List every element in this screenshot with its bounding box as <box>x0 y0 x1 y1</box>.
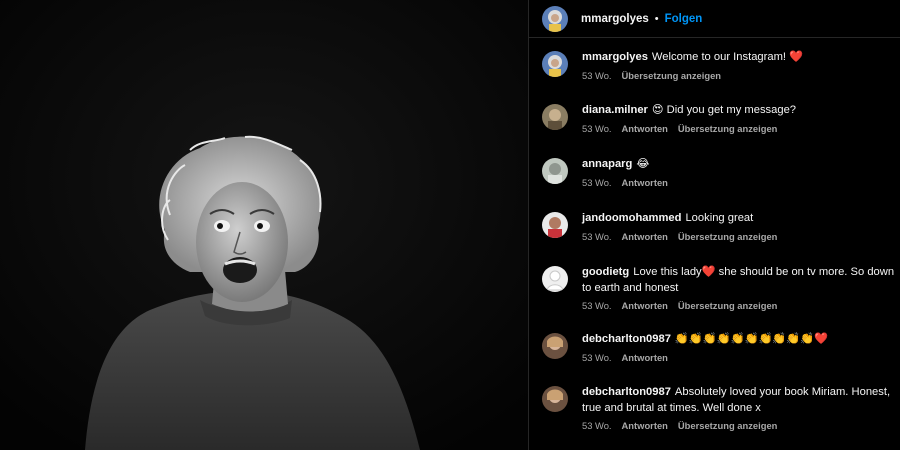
comment-text: 👏👏👏👏👏👏👏👏👏👏❤️ <box>674 333 829 345</box>
comment-text: Looking great <box>685 212 754 224</box>
comment-username[interactable]: mmargolyes <box>582 51 648 63</box>
comment-item: diana.milner 😍 Did you get my message? 53… <box>529 103 900 134</box>
avatar[interactable] <box>542 386 568 412</box>
reply-link[interactable]: Antworten <box>622 352 668 363</box>
show-translation-link[interactable]: Übersetzung anzeigen <box>678 300 778 311</box>
reply-link[interactable]: Antworten <box>622 300 668 311</box>
comment-timestamp[interactable]: 53 Wo. <box>582 231 612 242</box>
avatar[interactable] <box>542 158 568 184</box>
comment-timestamp[interactable]: 53 Wo. <box>582 177 612 188</box>
reply-link[interactable]: Antworten <box>622 231 668 242</box>
avatar[interactable] <box>542 333 568 359</box>
portrait-image <box>0 0 528 450</box>
avatar[interactable] <box>542 104 568 130</box>
comment-text: 😂 <box>636 158 650 170</box>
post-header: mmargolyes • Folgen <box>529 0 900 38</box>
comment-username[interactable]: debcharlton0987 <box>582 333 671 345</box>
comments-panel: mmargolyes • Folgen mmargolyes Welcome to… <box>528 0 900 450</box>
comment-username[interactable]: debcharlton0987 <box>582 386 671 398</box>
comment-item: annaparg 😂 53 Wo. Antworten <box>529 157 900 188</box>
separator-dot: • <box>654 12 659 25</box>
avatar[interactable] <box>542 51 568 77</box>
comment-text: Welcome to our Instagram! ❤️ <box>651 51 804 63</box>
comment-timestamp[interactable]: 53 Wo. <box>582 70 612 81</box>
show-translation-link[interactable]: Übersetzung anzeigen <box>678 123 778 134</box>
show-translation-link[interactable]: Übersetzung anzeigen <box>678 231 778 242</box>
avatar[interactable] <box>542 212 568 238</box>
reply-link[interactable]: Antworten <box>622 420 668 431</box>
comment-text: 😍 Did you get my message? <box>651 104 797 116</box>
comment-timestamp[interactable]: 53 Wo. <box>582 300 612 311</box>
comment-item: debcharlton0987 Absolutely loved your boo… <box>529 385 900 431</box>
comment-timestamp[interactable]: 53 Wo. <box>582 420 612 431</box>
comment-item: debcharlton0987 👏👏👏👏👏👏👏👏👏👏❤️ 53 Wo. Antwo… <box>529 332 900 363</box>
avatar[interactable] <box>542 5 568 32</box>
follow-button[interactable]: Folgen <box>665 13 703 25</box>
comment-username[interactable]: goodietg <box>582 266 629 278</box>
comment-item: jandoomohammed Looking great 53 Wo. Antwo… <box>529 211 900 242</box>
comment-timestamp[interactable]: 53 Wo. <box>582 123 612 134</box>
show-translation-link[interactable]: Übersetzung anzeigen <box>678 420 778 431</box>
comment-username[interactable]: jandoomohammed <box>582 212 681 224</box>
comment-item: goodietg Love this lady❤️ she should be o… <box>529 265 900 311</box>
reply-link[interactable]: Antworten <box>622 177 668 188</box>
comment-item: mmargolyes Welcome to our Instagram! ❤️ 5… <box>529 50 900 81</box>
comment-username[interactable]: annaparg <box>582 158 632 170</box>
post-photo[interactable] <box>0 0 528 450</box>
reply-link[interactable]: Antworten <box>622 123 668 134</box>
post-author-username[interactable]: mmargolyes <box>581 13 649 25</box>
show-translation-link[interactable]: Übersetzung anzeigen <box>622 70 722 81</box>
comment-username[interactable]: diana.milner <box>582 104 648 116</box>
comment-timestamp[interactable]: 53 Wo. <box>582 352 612 363</box>
avatar[interactable] <box>542 266 568 292</box>
